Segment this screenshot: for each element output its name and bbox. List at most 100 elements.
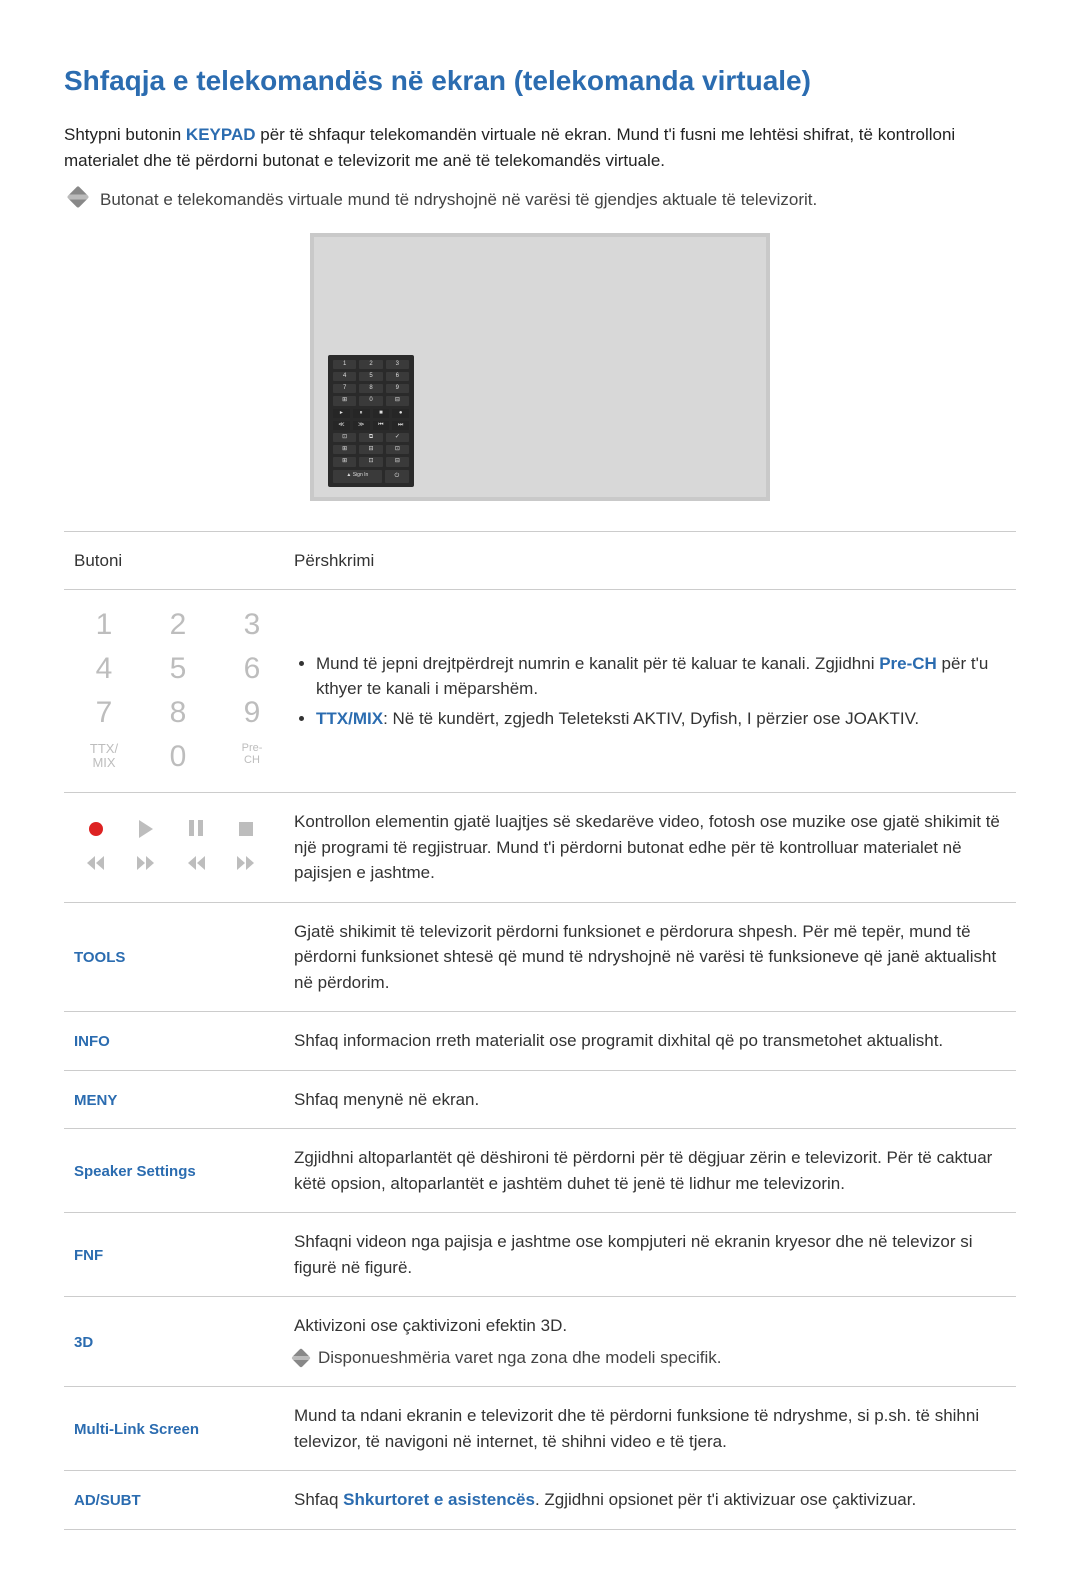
- pencil-icon: [67, 186, 90, 209]
- panel-next-icon: ⏭: [392, 421, 409, 430]
- key-6: 6: [230, 654, 274, 684]
- tv-frame: 1 2 3 4 5 6 7 8 9 ⊞ 0 ⊟ ▸ ⏸ ■ ● ≪ ≫: [310, 233, 770, 501]
- intro-paragraph: Shtypni butonin KEYPAD për të shfaqur te…: [64, 122, 1016, 173]
- panel-key: 5: [359, 372, 382, 381]
- button-table: Butoni Përshkrimi 1 2 3 4 5 6 7 8 9 TTX/…: [64, 531, 1016, 1530]
- table-row-fnf: FNF Shfaqni videon nga pajisja e jashtme…: [64, 1213, 1016, 1297]
- panel-key: 8: [359, 384, 382, 393]
- tv-illustration: 1 2 3 4 5 6 7 8 9 ⊞ 0 ⊟ ▸ ⏸ ■ ● ≪ ≫: [64, 233, 1016, 501]
- table-row-playback: Kontrollon elementin gjatë luajtjes së s…: [64, 793, 1016, 903]
- panel-misc: ⊡: [359, 457, 382, 466]
- pencil-icon: [291, 1348, 311, 1368]
- panel-stop-icon: ■: [373, 409, 390, 418]
- key-5: 5: [156, 654, 200, 684]
- stop-icon: [239, 822, 253, 836]
- threeD-note: Disponueshmëria varet nga zona dhe model…: [294, 1345, 1006, 1371]
- skip-forward-icon: [237, 856, 255, 874]
- pause-icon: [187, 820, 205, 838]
- record-icon: [89, 822, 103, 836]
- table-row-tools: TOOLS Gjatë shikimit të televizorit përd…: [64, 902, 1016, 1012]
- panel-misc: ⧉: [359, 433, 382, 442]
- key-prech: Pre- CH: [230, 742, 274, 772]
- ttxmix-bold: TTX/MIX: [316, 709, 383, 728]
- panel-power-icon: ⏻: [385, 470, 409, 483]
- fnf-desc: Shfaqni videon nga pajisja e jashtme ose…: [284, 1213, 1016, 1297]
- fnf-label: FNF: [74, 1247, 103, 1264]
- panel-misc: ⊡: [386, 445, 409, 454]
- key-1: 1: [82, 610, 126, 640]
- info-label: INFO: [74, 1033, 110, 1050]
- panel-rew-icon: ≪: [333, 421, 350, 430]
- panel-key: ⊟: [386, 396, 409, 405]
- header-desc: Përshkrimi: [284, 531, 1016, 590]
- panel-key: 2: [359, 360, 382, 369]
- panel-misc: ⊞: [333, 445, 356, 454]
- asistences-link: Shkurtoret e asistencës: [343, 1490, 535, 1509]
- panel-misc: ⊡: [333, 433, 356, 442]
- skip-back-icon: [187, 856, 205, 874]
- page-title: Shfaqja e telekomandës në ekran (telekom…: [64, 60, 1016, 102]
- fast-forward-icon: [137, 856, 155, 874]
- panel-key: 9: [386, 384, 409, 393]
- adsubt-desc: Shfaq Shkurtoret e asistencës. Zgjidhni …: [284, 1471, 1016, 1530]
- numeric-keypad-graphic: 1 2 3 4 5 6 7 8 9 TTX/ MIX 0 Pre- CH: [74, 606, 274, 776]
- play-icon: [139, 820, 153, 838]
- key-0: 0: [156, 742, 200, 772]
- note-row: Butonat e telekomandës virtuale mund të …: [70, 187, 1016, 213]
- panel-key: 3: [386, 360, 409, 369]
- list-item: Mund të jepni drejtpërdrejt numrin e kan…: [316, 651, 1006, 702]
- speaker-label: Speaker Settings: [74, 1163, 196, 1180]
- tools-desc: Gjatë shikimit të televizorit përdorni f…: [284, 902, 1016, 1012]
- panel-signin: ▲ Sign In: [333, 470, 382, 483]
- meny-label: MENY: [74, 1092, 117, 1109]
- panel-key: 6: [386, 372, 409, 381]
- panel-key: 4: [333, 372, 356, 381]
- rewind-icon: [87, 856, 105, 874]
- multilink-desc: Mund ta ndani ekranin e televizorit dhe …: [284, 1387, 1016, 1471]
- panel-play-icon: ▸: [333, 409, 350, 418]
- playback-desc: Kontrollon elementin gjatë luajtjes së s…: [284, 793, 1016, 903]
- intro-pre: Shtypni butonin: [64, 125, 186, 144]
- panel-misc: ⊟: [359, 445, 382, 454]
- info-desc: Shfaq informacion rreth materialit ose p…: [284, 1012, 1016, 1071]
- list-item: TTX/MIX: Në të kundërt, zgjedh Teletekst…: [316, 706, 1006, 732]
- panel-misc: ⊟: [386, 457, 409, 466]
- panel-misc: ✓: [386, 433, 409, 442]
- table-row-speaker: Speaker Settings Zgjidhni altoparlantët …: [64, 1129, 1016, 1213]
- panel-key: 0: [359, 396, 382, 405]
- panel-ff-icon: ≫: [353, 421, 370, 430]
- header-button: Butoni: [64, 531, 284, 590]
- table-row-3d: 3D Aktivizoni ose çaktivizoni efektin 3D…: [64, 1297, 1016, 1387]
- virtual-remote-panel: 1 2 3 4 5 6 7 8 9 ⊞ 0 ⊟ ▸ ⏸ ■ ● ≪ ≫: [328, 355, 414, 487]
- meny-desc: Shfaq menynë në ekran.: [284, 1070, 1016, 1129]
- threeD-label: 3D: [74, 1334, 93, 1351]
- panel-key: 7: [333, 384, 356, 393]
- tools-label: TOOLS: [74, 949, 125, 966]
- table-row-info: INFO Shfaq informacion rreth materialit …: [64, 1012, 1016, 1071]
- key-9: 9: [230, 698, 274, 728]
- table-row-numeric: 1 2 3 4 5 6 7 8 9 TTX/ MIX 0 Pre- CH: [64, 590, 1016, 793]
- panel-key: ⊞: [333, 396, 356, 405]
- prech-link: Pre-CH: [879, 654, 937, 673]
- adsubt-label: AD/SUBT: [74, 1492, 141, 1509]
- panel-pause-icon: ⏸: [353, 409, 370, 418]
- table-row-meny: MENY Shfaq menynë në ekran.: [64, 1070, 1016, 1129]
- table-row-adsubt: AD/SUBT Shfaq Shkurtoret e asistencës. Z…: [64, 1471, 1016, 1530]
- key-2: 2: [156, 610, 200, 640]
- key-8: 8: [156, 698, 200, 728]
- table-row-multilink: Multi-Link Screen Mund ta ndani ekranin …: [64, 1387, 1016, 1471]
- panel-rec-icon: ●: [392, 409, 409, 418]
- speaker-desc: Zgjidhni altoparlantët që dëshironi të p…: [284, 1129, 1016, 1213]
- key-ttxmix: TTX/ MIX: [82, 742, 126, 772]
- keypad-label: KEYPAD: [186, 125, 256, 144]
- panel-key: 1: [333, 360, 356, 369]
- key-3: 3: [230, 610, 274, 640]
- panel-misc: ⊞: [333, 457, 356, 466]
- threeD-desc: Aktivizoni ose çaktivizoni efektin 3D.: [294, 1313, 1006, 1339]
- key-7: 7: [82, 698, 126, 728]
- multilink-label: Multi-Link Screen: [74, 1421, 199, 1438]
- note-text: Butonat e telekomandës virtuale mund të …: [100, 187, 817, 213]
- panel-prev-icon: ⏮: [373, 421, 390, 430]
- playback-icons: [74, 816, 274, 878]
- numeric-desc-list: Mund të jepni drejtpërdrejt numrin e kan…: [294, 651, 1006, 732]
